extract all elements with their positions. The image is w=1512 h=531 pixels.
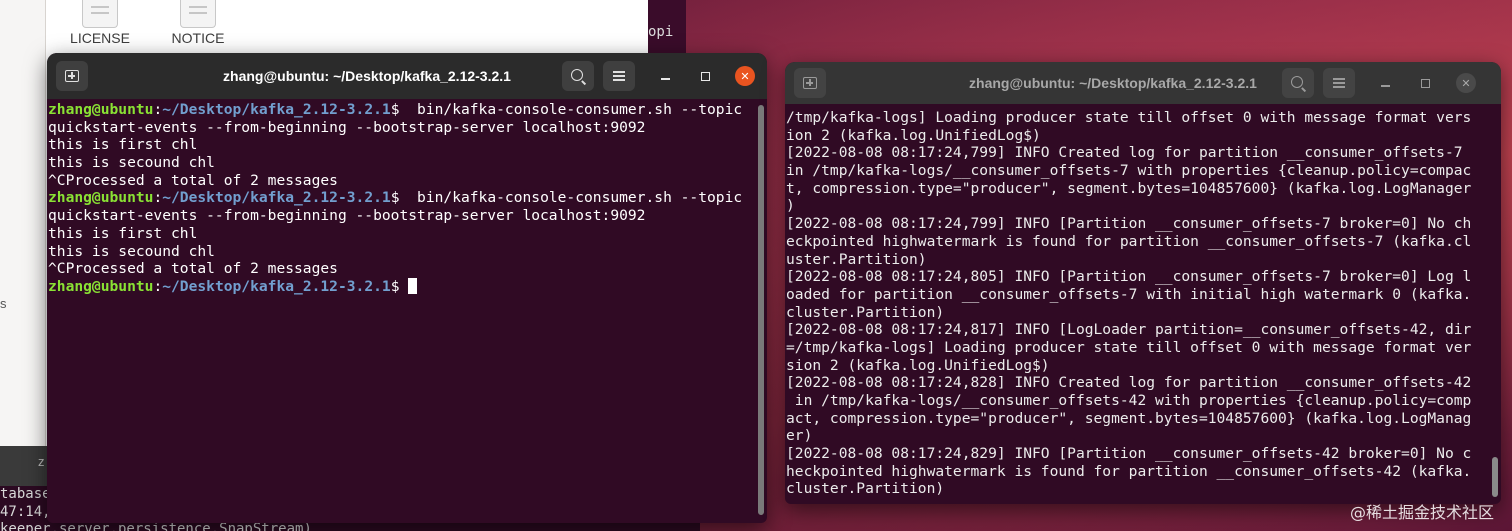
terminal-titlebar[interactable]: zhang@ubuntu: ~/Desktop/kafka_2.12-3.2.1… (47, 53, 767, 99)
log-line: oaded for partition __consumer_offsets-7… (786, 285, 1472, 303)
watermark: @稀土掘金技术社区 (1349, 503, 1494, 522)
search-icon (571, 69, 583, 81)
hamburger-menu-icon (613, 71, 625, 81)
output-line: this is secound chl (48, 242, 215, 260)
close-button[interactable]: ✕ (1456, 73, 1476, 93)
text-file-icon (82, 0, 118, 28)
terminal-output[interactable]: /tmp/kafka-logs] Loading producer state … (785, 104, 1501, 504)
terminal-output[interactable]: zhang@ubuntu:~/Desktop/kafka_2.12-3.2.1$… (47, 99, 767, 523)
search-button[interactable] (562, 61, 594, 91)
log-line: eckpointed highwatermark is found for pa… (786, 232, 1472, 250)
new-tab-button[interactable] (794, 68, 826, 98)
prompt-path: ~/Desktop/kafka_2.12-3.2.1 (162, 189, 391, 207)
prompt-line: zhang@ubuntu:~/Desktop/kafka_2.12-3.2.1$ (48, 277, 767, 296)
log-line: er) (786, 427, 813, 445)
prompt-path: ~/Desktop/kafka_2.12-3.2.1 (162, 101, 391, 118)
prompt-separator: : (153, 277, 163, 295)
output-line: this is first chl (48, 136, 198, 154)
log-line: cluster.Partition) (786, 303, 945, 321)
prompt-line: zhang@ubuntu:~/Desktop/kafka_2.12-3.2.1$… (48, 101, 767, 119)
log-line: t, compression.type="producer", segment.… (786, 179, 1472, 197)
maximize-button[interactable] (1415, 73, 1435, 93)
text-file-icon (180, 0, 216, 28)
log-line: /tmp/kafka-logs] Loading producer state … (786, 109, 1472, 126)
new-tab-icon (803, 77, 817, 89)
sidebar-text-fragment: s (0, 296, 7, 311)
log-line: uster.Partition) (786, 250, 927, 268)
file-label: NOTICE (171, 30, 225, 46)
log-line: act, compression.type="producer", segmen… (786, 409, 1472, 427)
inactive-terminal-window[interactable]: zhang@ubuntu: ~/Desktop/kafka_2.12-3.2.1… (785, 62, 1501, 504)
prompt-user: zhang@ubuntu (48, 101, 154, 118)
maximize-icon (700, 71, 710, 81)
text-cursor (408, 277, 418, 294)
log-line: [2022-08-08 08:17:24,799] INFO [Partitio… (786, 215, 1472, 233)
prompt-user: zhang@ubuntu (48, 189, 154, 207)
maximize-button[interactable] (695, 66, 715, 86)
log-line: [2022-08-08 08:17:24,805] INFO [Partitio… (786, 268, 1472, 286)
close-icon: ✕ (740, 69, 750, 83)
log-line: [2022-08-08 08:17:24,828] INFO Created l… (786, 374, 1472, 392)
log-line: in /tmp/kafka-logs/__consumer_offsets-7 … (786, 162, 1472, 180)
maximize-icon (1420, 78, 1430, 88)
minimize-icon (660, 78, 670, 80)
prompt-line: zhang@ubuntu:~/Desktop/kafka_2.12-3.2.1$… (48, 189, 767, 207)
background-terminal-edge: opi (648, 0, 686, 60)
file-item-license[interactable]: LICENSE (60, 0, 140, 46)
menu-button[interactable] (603, 61, 635, 91)
log-line: [2022-08-08 08:17:24,817] INFO [LogLoade… (786, 321, 1472, 339)
terminal-titlebar[interactable]: zhang@ubuntu: ~/Desktop/kafka_2.12-3.2.1… (785, 62, 1501, 104)
command-text: bin/kafka-console-consumer.sh --topic (399, 101, 743, 118)
search-button[interactable] (1282, 68, 1314, 98)
log-line: =/tmp/kafka-logs] Loading producer state… (786, 338, 1472, 356)
terminal-scrollbar[interactable] (1492, 457, 1498, 497)
log-line: sion 2 (kafka.log.UnifiedLog$) (786, 356, 1050, 374)
log-line: [2022-08-08 08:17:24,829] INFO [Partitio… (786, 445, 1472, 463)
output-line: quickstart-events --from-beginning --boo… (48, 118, 646, 136)
log-line: ) (786, 197, 795, 215)
terminal-scrollbar[interactable] (758, 105, 764, 515)
prompt-user: zhang@ubuntu (48, 277, 154, 295)
close-button[interactable]: ✕ (735, 66, 755, 86)
log-line: ion 2 (kafka.log.UnifiedLog$) (786, 126, 1041, 144)
log-line: in /tmp/kafka-logs/__consumer_offsets-42… (786, 392, 1472, 409)
output-line: this is secound chl (48, 154, 215, 172)
output-line: quickstart-events --from-beginning --boo… (48, 207, 646, 225)
new-tab-icon (65, 70, 79, 82)
file-label: LICENSE (70, 30, 130, 46)
output-line: ^CProcessed a total of 2 messages (48, 260, 338, 278)
prompt-separator: : (153, 189, 163, 207)
command-text: bin/kafka-console-consumer.sh --topic (399, 189, 743, 207)
hamburger-menu-icon (1333, 78, 1345, 88)
active-terminal-window[interactable]: zhang@ubuntu: ~/Desktop/kafka_2.12-3.2.1… (47, 53, 767, 523)
menu-button[interactable] (1323, 68, 1355, 98)
log-line: [2022-08-08 08:17:24,799] INFO Created l… (786, 144, 1463, 162)
log-line: cluster.Partition) (786, 480, 945, 498)
minimize-icon (1380, 85, 1390, 87)
log-line: heckpointed highwatermark is found for p… (786, 462, 1472, 480)
new-tab-button[interactable] (56, 61, 88, 91)
file-manager-sidebar[interactable] (0, 0, 46, 490)
file-item-notice[interactable]: NOTICE (158, 0, 238, 46)
output-line: this is first chl (48, 224, 198, 242)
background-terminal-tab-label: z (38, 454, 45, 469)
prompt-path: ~/Desktop/kafka_2.12-3.2.1 (162, 277, 391, 295)
prompt-separator: : (153, 101, 163, 118)
search-icon (1291, 76, 1303, 88)
minimize-button[interactable] (1375, 73, 1395, 93)
command-text (399, 278, 408, 295)
close-icon: ✕ (1461, 76, 1471, 90)
minimize-button[interactable] (655, 66, 675, 86)
background-terminal-text: opi (648, 24, 674, 40)
output-line: ^CProcessed a total of 2 messages (48, 171, 338, 189)
